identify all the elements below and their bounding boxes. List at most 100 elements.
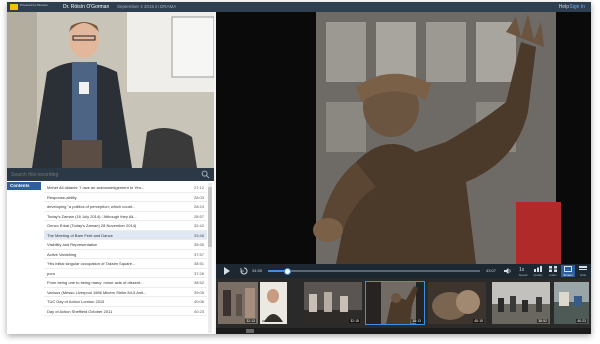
- total-time: 43:07: [486, 268, 497, 273]
- app-window: Powered by Panopto Dr. Róisín O'Gorman S…: [7, 2, 591, 334]
- thumbnail[interactable]: 32:13: [218, 282, 258, 324]
- list-item[interactable]: Response-ability 28:03: [44, 193, 207, 202]
- item-title: developing "a politics of perception; wh…: [47, 204, 136, 209]
- thumbnail-image: [304, 282, 362, 324]
- index-button[interactable]: Index: [546, 265, 560, 277]
- item-time: 38:51: [193, 261, 204, 266]
- item-time: 32:42: [193, 223, 204, 228]
- item-time: 38:52: [193, 280, 204, 285]
- list-item[interactable]: TUC Day of Action London 2015 40:06: [44, 297, 207, 307]
- list-item[interactable]: Various (Messo Liverpool 1986 Miners Str…: [44, 288, 207, 297]
- list-item[interactable]: Today's Zaman (16 July 2014): 'Although …: [44, 212, 207, 221]
- list-item[interactable]: poro 37:26: [44, 269, 207, 278]
- main-video[interactable]: [216, 12, 591, 264]
- item-title: Genco Erkal (Today's Zaman) 28 November …: [47, 223, 137, 228]
- presenter-video[interactable]: [7, 12, 214, 168]
- top-bar: Powered by Panopto Dr. Róisín O'Gorman S…: [7, 2, 591, 12]
- thumbnail[interactable]: 32:15: [304, 282, 362, 324]
- thumbnail-time: 40:15: [473, 319, 484, 323]
- timeline-handle[interactable]: [283, 267, 291, 275]
- list-item[interactable]: Genco Erkal (Today's Zaman) 28 November …: [44, 221, 207, 231]
- item-time: 27:12: [193, 185, 204, 190]
- screens-button[interactable]: Screen: [561, 265, 575, 277]
- tab-contents[interactable]: Contents: [7, 182, 41, 190]
- item-time: 39:05: [193, 289, 204, 295]
- thumbnail-strip: 32:13 William Robinson 32:15 38:13 40:15…: [216, 278, 591, 334]
- thumbnail-selected[interactable]: 38:13: [365, 281, 425, 325]
- logo: [10, 4, 18, 10]
- sign-in-link[interactable]: Sign In: [569, 4, 585, 10]
- play-icon[interactable]: [223, 267, 231, 275]
- main-video-frame: [216, 12, 591, 264]
- item-time: 37:26: [193, 270, 204, 276]
- thumbnail-image: [260, 282, 287, 324]
- item-title: poro: [47, 270, 56, 276]
- list-item[interactable]: Active Vanishing 37:57: [44, 250, 207, 259]
- thumbnail-caption: William Robinson: [262, 320, 282, 323]
- item-time: 37:57: [193, 251, 204, 257]
- search-input[interactable]: [11, 170, 197, 179]
- page-title: Dr. Róisín O'Gorman: [63, 4, 110, 10]
- thumbnail[interactable]: William Robinson: [260, 282, 287, 324]
- contents-scrollbar[interactable]: [208, 183, 212, 333]
- item-title: The Meeting of Bare Feet and Dance: [47, 232, 113, 238]
- thumbnail-time: 32:13: [245, 319, 256, 323]
- thumbnail-time: 38:52: [537, 319, 548, 323]
- item-time: 40:06: [193, 299, 204, 304]
- quality-label: Quality: [533, 273, 543, 277]
- scrollbar-thumb[interactable]: [208, 187, 212, 247]
- speed-button[interactable]: 1x Speed: [516, 265, 530, 277]
- quality-icon: [534, 266, 542, 272]
- thumbnail-time: 38:13: [411, 319, 422, 323]
- list-item[interactable]: "His initial singular occupation of Taks…: [44, 259, 207, 269]
- thumbnail-image: [554, 282, 589, 324]
- index-label: Index: [549, 273, 557, 277]
- item-title: From being one to being many: minor acts…: [47, 280, 144, 285]
- recording-date: September 4 2015 in DRAMA: [117, 4, 177, 9]
- volume-icon[interactable]: [504, 267, 512, 275]
- list-item[interactable]: Mehet Ali didanis: 'I owe an acknowledge…: [44, 183, 207, 193]
- list-item[interactable]: developing "a politics of perception; wh…: [44, 202, 207, 212]
- hide-button[interactable]: Hide: [576, 265, 590, 277]
- hide-icon: [579, 266, 587, 270]
- list-item[interactable]: Visibility and Representation 35:55: [44, 240, 207, 250]
- quality-button[interactable]: Quality: [531, 265, 545, 277]
- timeline-slider[interactable]: [268, 267, 480, 275]
- search-icon[interactable]: [201, 170, 210, 179]
- list-item[interactable]: From being one to being many: minor acts…: [44, 278, 207, 288]
- index-icon: [549, 266, 557, 272]
- speed-label: Speed: [518, 273, 528, 277]
- presenter-video-frame: [7, 12, 214, 168]
- item-title: Day of Action Sheffield October 2011: [47, 308, 113, 314]
- rewind-icon[interactable]: [240, 267, 248, 275]
- item-time: 40:23: [193, 308, 204, 314]
- item-time: 35:55: [193, 242, 204, 247]
- thumbnail-scrollbar-thumb[interactable]: [246, 329, 254, 333]
- item-title: Visibility and Representation: [47, 242, 98, 247]
- right-panel: 34:55 43:07 1x Speed Quality Index Scree…: [216, 12, 591, 334]
- item-title: Today's Zaman (16 July 2014): 'Although …: [47, 213, 137, 219]
- item-time: 33:48: [193, 232, 204, 238]
- thumbnail[interactable]: 38:52: [492, 282, 550, 324]
- player-controls: 34:55 43:07 1x Speed Quality Index Scree…: [216, 264, 591, 278]
- screens-icon: [564, 266, 572, 272]
- thumbnail-image: [366, 282, 424, 324]
- thumbnail[interactable]: 40:23: [554, 282, 589, 324]
- logo-text: Powered by Panopto: [20, 3, 48, 7]
- item-time: 28:57: [193, 213, 204, 219]
- contents-list: Mehet Ali didanis: 'I owe an acknowledge…: [44, 183, 207, 316]
- item-title: Response-ability: [47, 194, 77, 200]
- thumbnail-scrollbar[interactable]: [216, 328, 591, 334]
- item-time: 28:24: [193, 204, 204, 209]
- thumbnail-time: 40:23: [576, 319, 587, 323]
- current-time: 34:55: [252, 268, 263, 273]
- item-title: Mehet Ali didanis: 'I owe an acknowledge…: [47, 185, 145, 190]
- help-menu[interactable]: Help: [559, 4, 569, 10]
- thumbnail[interactable]: 40:15: [428, 282, 486, 324]
- item-title: TUC Day of Action London 2015: [47, 299, 105, 304]
- speed-icon: 1x: [519, 267, 525, 272]
- list-item-active[interactable]: The Meeting of Bare Feet and Dance 33:48: [44, 230, 207, 240]
- list-item[interactable]: Day of Action Sheffield October 2011 40:2…: [44, 307, 207, 316]
- item-title: Active Vanishing: [47, 251, 77, 257]
- hide-label: Hide: [579, 273, 587, 277]
